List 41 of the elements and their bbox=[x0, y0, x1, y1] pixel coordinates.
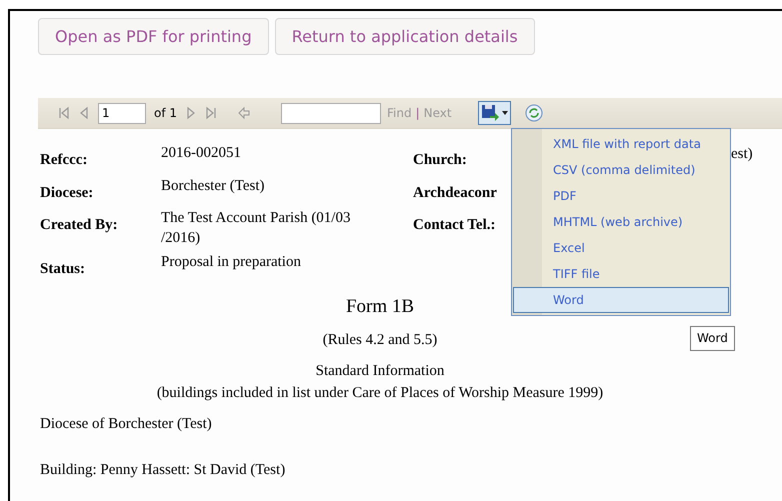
export-button[interactable] bbox=[478, 101, 511, 125]
menu-item[interactable]: Excel bbox=[513, 235, 729, 261]
field-value: Borchester (Test) bbox=[161, 176, 266, 196]
field-label: Church: bbox=[413, 151, 467, 170]
menu-item[interactable]: CSV (comma delimited) bbox=[513, 157, 729, 183]
save-icon bbox=[480, 104, 499, 122]
field-label: Contact Tel.: bbox=[413, 216, 496, 235]
action-button[interactable]: Open as PDF for printing bbox=[38, 18, 269, 55]
next-page-icon[interactable] bbox=[185, 106, 198, 120]
diocese-line: Diocese of Borchester (Test) bbox=[40, 414, 213, 434]
page-field[interactable]: 1 bbox=[98, 102, 146, 124]
refresh-icon[interactable] bbox=[524, 104, 543, 122]
field-value: 2016-002051 bbox=[161, 144, 242, 163]
field-value: est) bbox=[731, 145, 753, 164]
back-icon[interactable] bbox=[237, 106, 252, 120]
action-button[interactable]: Return to application details bbox=[274, 18, 535, 55]
menu-item[interactable]: PDF bbox=[513, 183, 729, 209]
menu-item[interactable]: XML file with report data bbox=[513, 131, 729, 157]
form-note: (buildings included in list under Care of Places of Worship Measure 1999) bbox=[156, 384, 604, 403]
field-label: Diocese: bbox=[40, 184, 94, 202]
first-page-icon[interactable] bbox=[58, 106, 70, 120]
field-label: Status: bbox=[40, 260, 86, 279]
caret-icon bbox=[502, 111, 508, 115]
menu-item[interactable]: MHTML (web archive) bbox=[513, 209, 729, 235]
building-line: Building: Penny Hassett: St David (Test) bbox=[40, 461, 286, 480]
form-rules: (Rules 4.2 and 5.5) bbox=[322, 331, 438, 350]
find-field[interactable] bbox=[281, 102, 382, 124]
field-label: Archdeaconr bbox=[413, 184, 497, 202]
form-title: Form 1B bbox=[346, 294, 414, 318]
last-page-icon[interactable] bbox=[205, 106, 218, 120]
menu-item[interactable]: TIFF file bbox=[513, 261, 729, 287]
field-value: The Test Account Parish (01/03 /2016) bbox=[161, 209, 352, 248]
page-count: of 1 bbox=[154, 105, 178, 122]
field-value: Proposal in preparation bbox=[161, 253, 302, 272]
menu-item[interactable]: Word bbox=[513, 287, 729, 313]
tooltip: Word bbox=[690, 326, 735, 351]
field-label: Refccc: bbox=[40, 151, 88, 170]
form-subtitle: Standard Information bbox=[316, 362, 444, 380]
separator: | bbox=[416, 105, 420, 122]
previous-page-icon[interactable] bbox=[78, 106, 90, 120]
field-label: Created By: bbox=[40, 216, 119, 235]
